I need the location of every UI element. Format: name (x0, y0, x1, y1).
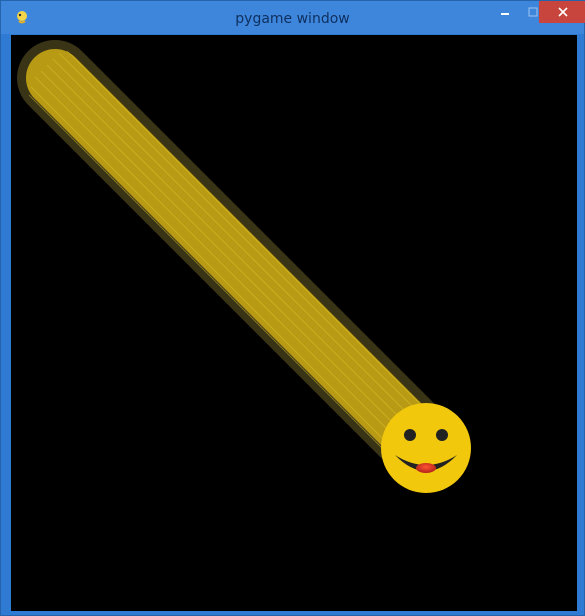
motion-trail (26, 49, 454, 477)
minimize-button[interactable] (491, 1, 519, 23)
game-scene (17, 40, 471, 493)
smiley-right-eye (436, 429, 448, 441)
smiley-ball (381, 403, 471, 493)
title-bar[interactable]: pygame window (1, 1, 585, 34)
minimize-icon (501, 13, 509, 15)
smiley-tongue (416, 463, 436, 473)
maximize-icon (528, 7, 538, 17)
game-canvas[interactable] (11, 35, 577, 611)
app-window: pygame window (0, 0, 585, 616)
close-icon (557, 7, 568, 17)
close-button[interactable] (539, 1, 585, 23)
smiley-left-eye (404, 429, 416, 441)
